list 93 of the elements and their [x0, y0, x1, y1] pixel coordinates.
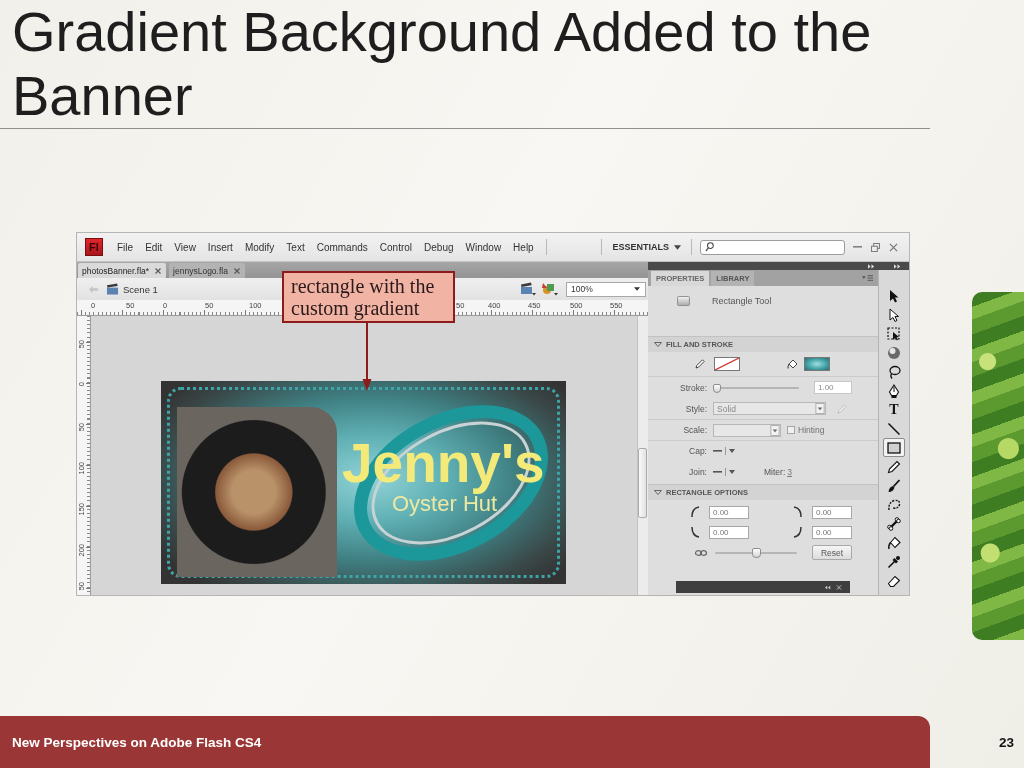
footer-text: New Perspectives on Adobe Flash CS4: [12, 734, 262, 750]
field-label: Miter:: [764, 466, 786, 477]
field-label: Style:: [684, 403, 707, 414]
stroke-color-swatch[interactable]: [714, 357, 740, 371]
stroke-slider[interactable]: [713, 382, 799, 393]
menu-item[interactable]: Control: [373, 239, 419, 255]
cap-dropdown[interactable]: [713, 446, 735, 456]
paint-bucket-icon: [787, 359, 798, 369]
restore-icon[interactable]: [871, 242, 880, 252]
menu-item[interactable]: Window: [459, 239, 508, 255]
diagonal-line-icon: [887, 421, 901, 436]
scroll-thumb[interactable]: [638, 448, 647, 518]
menu-item[interactable]: Debug: [418, 239, 460, 255]
pen-nib-icon: [887, 383, 901, 398]
scrollbar[interactable]: [637, 316, 648, 595]
corner-radius-slider[interactable]: [715, 547, 797, 558]
close-icon[interactable]: [233, 267, 240, 274]
document-tab[interactable]: jennysLogo.fla: [169, 263, 245, 278]
corner-radius-field[interactable]: 0.00: [709, 525, 749, 539]
field-label: Stroke:: [679, 382, 707, 393]
reset-button[interactable]: Reset: [812, 545, 852, 560]
double-chevron-icon[interactable]: [825, 584, 831, 590]
menu-item[interactable]: Text: [280, 239, 311, 255]
hollow-arrow-icon: [887, 307, 901, 322]
slider-thumb[interactable]: [751, 547, 761, 558]
app-logo: Fl: [85, 238, 103, 256]
close-icon[interactable]: [889, 242, 898, 252]
chain-link-icon[interactable]: [695, 549, 707, 556]
line-style-icon: [713, 450, 722, 452]
arrow-cursor-icon: [887, 288, 901, 303]
menu-item[interactable]: Edit: [139, 239, 169, 255]
caret-icon: [729, 449, 735, 453]
search-icon: [705, 242, 714, 252]
paint-bucket-icon: [887, 535, 901, 550]
workspace-switcher[interactable]: ESSENTIALS: [610, 239, 683, 255]
scene-name: Scene 1: [123, 283, 158, 295]
line-style-icon: [713, 470, 722, 473]
field-label: Scale:: [682, 425, 707, 435]
brush-icon: [887, 478, 901, 493]
double-chevron-icon[interactable]: [894, 263, 901, 269]
rectangle-tool-icon: [677, 296, 690, 306]
dashed-square-icon: [887, 326, 901, 341]
zoom-dropdown[interactable]: 100%: [566, 281, 646, 297]
page-number: 23: [998, 734, 1014, 750]
tool-name: Rectangle Tool: [712, 296, 772, 306]
callout-box: rectangle with the custom gradient: [282, 271, 455, 323]
lasso-icon: [887, 364, 901, 379]
fill-color-swatch[interactable]: [804, 357, 830, 371]
rectangle-icon: [887, 440, 901, 455]
gradient-fill: [805, 358, 829, 370]
corner-arc-icon: [793, 525, 803, 539]
pencil-icon: [887, 459, 901, 474]
shapes-icon[interactable]: [542, 282, 558, 296]
menu-item[interactable]: File: [111, 239, 140, 255]
callout-arrow: [362, 323, 372, 391]
menu-item[interactable]: Commands: [310, 239, 374, 255]
menu-item[interactable]: Modify: [238, 239, 281, 255]
eyedropper-icon: [887, 554, 901, 569]
caret-icon: [815, 403, 825, 414]
corner-arc-icon: [690, 505, 700, 519]
sphere-icon: [887, 345, 901, 360]
tool-button[interactable]: T: [883, 400, 905, 419]
tool-button[interactable]: [883, 438, 905, 457]
caret-icon: [674, 244, 681, 250]
close-icon[interactable]: [155, 267, 162, 274]
corner-arc-icon: [793, 505, 803, 519]
corner-radius-field[interactable]: 0.00: [812, 525, 852, 539]
slide-title: Gradient Background Added to the Banner: [11, 0, 873, 128]
panel-menu-icon[interactable]: [862, 275, 873, 281]
document-tab[interactable]: photosBanner.fla*: [78, 263, 167, 278]
caret-icon: [634, 287, 640, 291]
menu-item[interactable]: Help: [507, 239, 540, 255]
eraser-icon: [887, 573, 901, 588]
dashed-swirl-icon: [887, 497, 901, 512]
no-color-slash-icon: [715, 358, 739, 370]
corner-radius-field[interactable]: 0.00: [812, 505, 852, 519]
clapperboard-icon[interactable]: [520, 282, 536, 296]
pencil-icon: [695, 359, 705, 369]
double-chevron-icon[interactable]: [868, 263, 875, 269]
field-label: Join:: [688, 466, 707, 477]
corner-arc-icon: [690, 525, 700, 539]
checkbox-label: Hinting: [798, 425, 825, 435]
join-dropdown[interactable]: [713, 466, 735, 477]
miter-value[interactable]: 3: [787, 466, 792, 477]
menu-item[interactable]: Insert: [201, 239, 239, 255]
corner-radius-field[interactable]: 0.00: [709, 505, 749, 519]
field-label: Cap:: [688, 446, 707, 456]
caret-icon: [729, 469, 735, 474]
bone-icon: [887, 516, 901, 531]
caret-icon: [770, 424, 780, 436]
clapperboard-icon: [106, 283, 119, 295]
search-field[interactable]: [700, 239, 845, 255]
menu-item[interactable]: View: [168, 239, 202, 255]
